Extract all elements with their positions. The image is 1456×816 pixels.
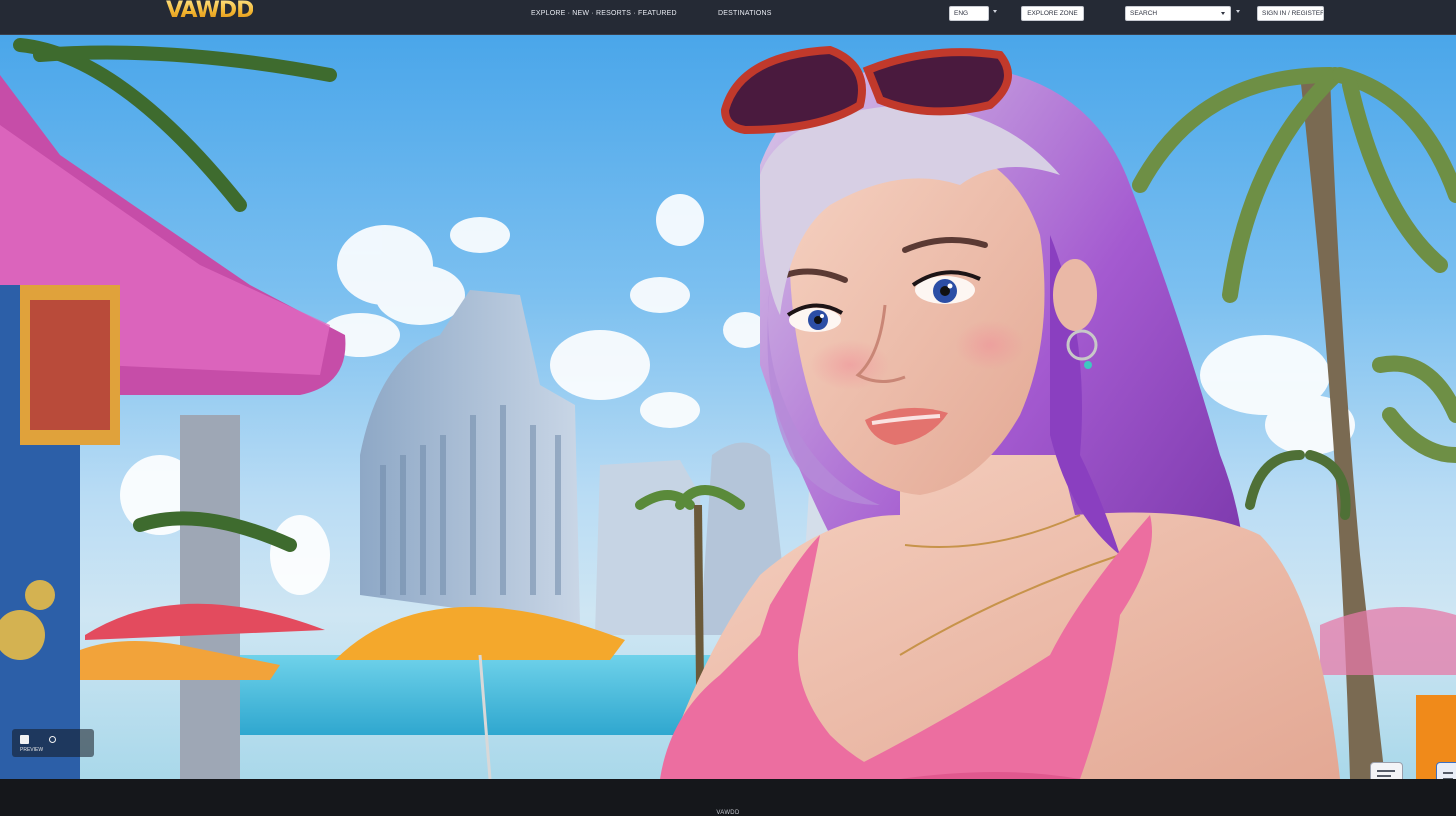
language-button[interactable]: ENG [949,6,989,21]
site-logo[interactable]: VAWDD [166,0,254,23]
hero-banner-image: PREVIEW [0,35,1456,779]
preview-thumbnail[interactable]: PREVIEW [12,729,94,757]
search-select[interactable]: SEARCH [1125,6,1231,21]
nav-link-explore[interactable]: EXPLORE · NEW · RESORTS · FEATURED [531,10,677,17]
signin-button[interactable]: SIGN IN / REGISTER [1257,6,1324,21]
gallery-icon-line [1377,770,1395,772]
nav-link-destinations[interactable]: DESTINATIONS [718,10,772,17]
footer-text[interactable]: VAWDD [0,810,1456,816]
chevron-down-icon[interactable] [993,10,997,13]
beach-resort-portrait-illustration [0,38,1456,779]
chevron-down-icon[interactable] [1236,10,1240,13]
image-icon [20,735,29,744]
region-button[interactable]: EXPLORE ZONE [1021,6,1084,21]
next-icon-line [1443,772,1453,774]
gallery-button[interactable] [1370,762,1403,779]
chevron-down-icon [1221,12,1225,15]
search-select-value: SEARCH [1130,10,1158,17]
preview-caption: PREVIEW [20,747,44,753]
top-navigation-bar: VAWDD EXPLORE · NEW · RESORTS · FEATURED… [0,0,1456,35]
next-button[interactable] [1436,762,1456,779]
gallery-icon-line [1377,775,1391,777]
radio-icon [49,736,56,743]
